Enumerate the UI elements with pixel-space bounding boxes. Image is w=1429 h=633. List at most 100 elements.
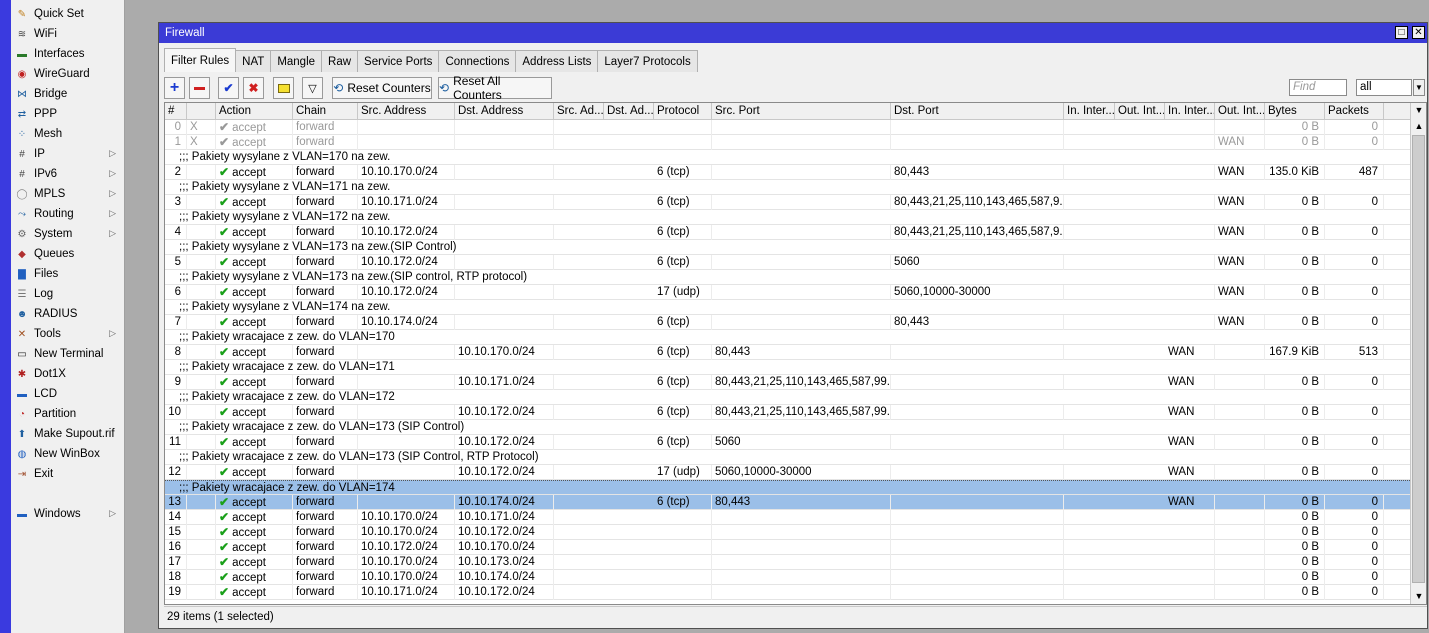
table-row[interactable]: 15 ✔ accept forward 10.10.170.0/24 10.10.172.… — [165, 525, 1410, 540]
menu-item-wireguard[interactable]: ◉ WireGuard — [11, 64, 124, 84]
column-header-2[interactable]: Action — [216, 103, 293, 120]
tab-filter-rules[interactable]: Filter Rules — [164, 48, 237, 72]
reset-all-counters-button[interactable]: ⟲ Reset All Counters — [438, 74, 552, 102]
filter-button[interactable]: ▽ — [302, 77, 323, 99]
menu-item-queues[interactable]: ◆ Queues — [11, 244, 124, 264]
menu-item-system[interactable]: ⚙ System ▷ — [11, 224, 124, 244]
column-header-13[interactable]: In. Inter... — [1165, 103, 1215, 120]
table-row[interactable]: 14 ✔ accept forward 10.10.170.0/24 10.10.171.… — [165, 510, 1410, 525]
table-row[interactable]: 13 ✔ accept forward 10.10.174.0/24 80,443 6 (t… — [165, 495, 1410, 510]
comment-row[interactable]: ;;; Pakiety wysylane z VLAN=173 na zew.(… — [165, 270, 1410, 285]
menu-item-tools[interactable]: ✕ Tools ▷ — [11, 324, 124, 344]
table-row[interactable]: 11 ✔ accept forward 10.10.172.0/24 5060 6 (tcp… — [165, 435, 1410, 450]
comment-row[interactable]: ;;; Pakiety wracajace z zew. do VLAN=170 — [165, 330, 1410, 345]
column-menu-icon[interactable]: ▼ — [1412, 103, 1426, 117]
table-row[interactable]: 7 ✔ accept forward 10.10.174.0/24 80,443 6 (tc… — [165, 315, 1410, 330]
column-header-4[interactable]: Src. Address — [358, 103, 455, 120]
comment-row[interactable]: ;;; Pakiety wracajace z zew. do VLAN=173… — [165, 420, 1410, 435]
menu-item-bridge[interactable]: ⋈ Bridge — [11, 84, 124, 104]
menu-item-quick-set[interactable]: ✎ Quick Set — [11, 4, 124, 24]
add-button[interactable]: + — [164, 77, 185, 99]
column-header-12[interactable]: Out. Int... — [1115, 103, 1165, 120]
remove-button[interactable] — [189, 77, 210, 99]
window-titlebar[interactable]: Firewall □ ✕ — [159, 23, 1427, 43]
find-input[interactable]: Find — [1289, 79, 1347, 96]
menu-item-dot1x[interactable]: ✱ Dot1X — [11, 364, 124, 384]
menu-item-ppp[interactable]: ⇄ PPP — [11, 104, 124, 124]
menu-item-lcd[interactable]: ▬ LCD — [11, 384, 124, 404]
menu-item-interfaces[interactable]: ▬ Interfaces — [11, 44, 124, 64]
tab-service-ports[interactable]: Service Ports — [357, 50, 440, 72]
tab-layer7-protocols[interactable]: Layer7 Protocols — [597, 50, 698, 72]
comment-button[interactable] — [273, 77, 294, 99]
menu-item-mesh[interactable]: ⁘ Mesh — [11, 124, 124, 144]
column-header-0[interactable]: # — [165, 103, 187, 120]
scroll-up-icon[interactable]: ▲ — [1412, 119, 1426, 133]
table-row[interactable]: 9 ✔ accept forward 10.10.171.0/24 80,443,21,2… — [165, 375, 1410, 390]
table-row[interactable]: 6 ✔ accept forward 10.10.172.0/24 5060,10000-… — [165, 285, 1410, 300]
menu-item-routing[interactable]: ⤳ Routing ▷ — [11, 204, 124, 224]
menu-item-windows[interactable]: ▬ Windows ▷ — [11, 504, 124, 524]
table-row[interactable]: 0 X ✔ accept forward 0 B0 — [165, 120, 1410, 135]
menu-item-exit[interactable]: ⇥ Exit — [11, 464, 124, 484]
table-row[interactable]: 12 ✔ accept forward 10.10.172.0/24 5060,10000… — [165, 465, 1410, 480]
menu-item-new-winbox[interactable]: ◍ New WinBox — [11, 444, 124, 464]
menu-item-radius[interactable]: ☻ RADIUS — [11, 304, 124, 324]
maximize-icon[interactable]: □ — [1395, 26, 1408, 39]
comment-row[interactable]: ;;; Pakiety wysylane z VLAN=172 na zew. — [165, 210, 1410, 225]
comment-row[interactable]: ;;; Pakiety wracajace z zew. do VLAN=172 — [165, 390, 1410, 405]
comment-row[interactable]: ;;; Pakiety wracajace z zew. do VLAN=174 — [165, 480, 1410, 495]
table-row[interactable]: 4 ✔ accept forward 10.10.172.0/24 80,443,21,2… — [165, 225, 1410, 240]
table-row[interactable]: 5 ✔ accept forward 10.10.172.0/24 5060 6 (tcp)… — [165, 255, 1410, 270]
menu-item-make-supout-rif[interactable]: ⬆ Make Supout.rif — [11, 424, 124, 444]
menu-item-mpls[interactable]: ◯ MPLS ▷ — [11, 184, 124, 204]
close-icon[interactable]: ✕ — [1412, 26, 1425, 39]
menu-item-files[interactable]: ▇ Files — [11, 264, 124, 284]
comment-row[interactable]: ;;; Pakiety wysylane z VLAN=170 na zew. — [165, 150, 1410, 165]
column-header-7[interactable]: Dst. Ad... — [604, 103, 654, 120]
tab-mangle[interactable]: Mangle — [270, 50, 323, 72]
menu-item-partition[interactable]: ◔ Partition — [11, 404, 124, 424]
column-header-5[interactable]: Dst. Address — [455, 103, 554, 120]
chevron-down-icon[interactable]: ▼ — [1413, 79, 1425, 96]
column-header-14[interactable]: Out. Int... — [1215, 103, 1265, 120]
table-row[interactable]: 1 X ✔ accept forward WAN 0 B0 — [165, 135, 1410, 150]
tab-address-lists[interactable]: Address Lists — [515, 50, 599, 72]
tab-connections[interactable]: Connections — [438, 50, 517, 72]
comment-row[interactable]: ;;; Pakiety wysylane z VLAN=173 na zew.(… — [165, 240, 1410, 255]
scroll-thumb[interactable] — [1412, 135, 1425, 583]
column-header-1[interactable] — [187, 103, 216, 120]
comment-row[interactable]: ;;; Pakiety wysylane z VLAN=174 na zew. — [165, 300, 1410, 315]
filter-select[interactable]: all — [1356, 79, 1412, 96]
table-row[interactable]: 3 ✔ accept forward 10.10.171.0/24 80,443,21,2… — [165, 195, 1410, 210]
comment-row[interactable]: ;;; Pakiety wysylane z VLAN=171 na zew. — [165, 180, 1410, 195]
reset-counters-button[interactable]: ⟲ Reset Counters — [332, 77, 432, 99]
table-row[interactable]: 8 ✔ accept forward 10.10.170.0/24 80,443 6 (tc… — [165, 345, 1410, 360]
menu-item-log[interactable]: ☰ Log — [11, 284, 124, 304]
menu-item-new-terminal[interactable]: ▭ New Terminal — [11, 344, 124, 364]
table-row[interactable]: 10 ✔ accept forward 10.10.172.0/24 80,443,21,… — [165, 405, 1410, 420]
column-header-9[interactable]: Src. Port — [712, 103, 891, 120]
column-header-10[interactable]: Dst. Port — [891, 103, 1064, 120]
comment-row[interactable]: ;;; Pakiety wracajace z zew. do VLAN=173… — [165, 450, 1410, 465]
tab-raw[interactable]: Raw — [321, 50, 359, 72]
disable-button[interactable]: ✖ — [243, 77, 264, 99]
vertical-scrollbar[interactable]: ▼ ▲ ▼ — [1410, 103, 1426, 604]
column-header-6[interactable]: Src. Ad... — [554, 103, 604, 120]
column-header-15[interactable]: Bytes — [1265, 103, 1325, 120]
column-header-11[interactable]: In. Inter... — [1064, 103, 1115, 120]
menu-item-wifi[interactable]: ≋ WiFi — [11, 24, 124, 44]
table-row[interactable]: 19 ✔ accept forward 10.10.171.0/24 10.10.172.… — [165, 585, 1410, 600]
tab-nat[interactable]: NAT — [235, 50, 272, 72]
table-row[interactable]: 18 ✔ accept forward 10.10.170.0/24 10.10.174.… — [165, 570, 1410, 585]
comment-row[interactable]: ;;; Pakiety wracajace z zew. do VLAN=171 — [165, 360, 1410, 375]
scroll-down-icon[interactable]: ▼ — [1412, 589, 1426, 603]
table-row[interactable]: 16 ✔ accept forward 10.10.172.0/24 10.10.170.… — [165, 540, 1410, 555]
column-header-16[interactable]: Packets — [1325, 103, 1384, 120]
table-row[interactable]: 17 ✔ accept forward 10.10.170.0/24 10.10.173.… — [165, 555, 1410, 570]
enable-button[interactable]: ✔ — [218, 77, 239, 99]
column-header-3[interactable]: Chain — [293, 103, 358, 120]
menu-item-ip[interactable]: # IP ▷ — [11, 144, 124, 164]
table-row[interactable]: 2 ✔ accept forward 10.10.170.0/24 80,443 6 (tc… — [165, 165, 1410, 180]
menu-item-ipv6[interactable]: # IPv6 ▷ — [11, 164, 124, 184]
